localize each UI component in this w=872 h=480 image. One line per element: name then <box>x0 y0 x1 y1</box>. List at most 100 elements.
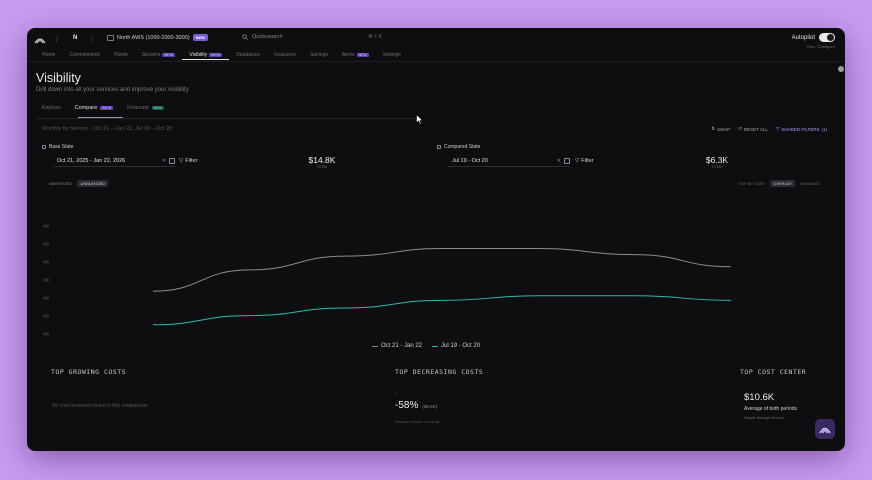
y-tick-mark <box>43 278 49 282</box>
pill-overlay[interactable]: OVERLAY <box>770 180 795 187</box>
cost-center-value: $10.6K <box>744 392 775 403</box>
logo-icon[interactable] <box>34 36 46 44</box>
compared-state-title: Compared State <box>444 144 481 150</box>
tab-explore[interactable]: Explore <box>42 105 61 111</box>
environment-label: North AWS (1000-2000-3000) <box>117 34 190 41</box>
nav-item-alerts[interactable]: Alerts NEW <box>335 50 376 60</box>
legend-swatch <box>372 345 378 347</box>
tab-compare[interactable]: Compare BETA <box>75 105 114 111</box>
pill-top-by-cost[interactable]: TOP BY COST <box>736 180 769 187</box>
compared-date-value: Jul 19 - Oct 20 <box>452 158 488 164</box>
autopilot-label: Autopilot <box>791 34 815 41</box>
decreasing-percent: -58% <box>395 400 419 411</box>
legend-label: Jul 19 - Oct 20 <box>441 343 481 349</box>
scroll-indicator[interactable] <box>838 66 844 72</box>
top-cost-center-title: TOP COST CENTER <box>740 368 807 376</box>
assistant-button[interactable] <box>815 419 835 439</box>
decreasing-item[interactable]: -58% ($8.6K) <box>395 400 437 411</box>
base-date-range[interactable]: Oct 21, 2025 - Jan 22, 2026 ✕ <box>53 156 175 167</box>
nav-item-label: Insurance <box>274 52 297 58</box>
pill-amortized[interactable]: AMORTIZED <box>46 180 75 187</box>
cost-center-subtitle: Average of both periods <box>744 406 798 412</box>
quicksearch-input[interactable]: Quicksearch ⌘ + K <box>242 34 382 40</box>
autopilot-control[interactable]: Autopilot <box>792 33 835 42</box>
separator: / <box>56 35 59 44</box>
nav-item-databases[interactable]: Databases <box>229 50 267 60</box>
shared-filters-label: SHARED FILTERS <box>781 126 820 132</box>
compared-filter-label: Filter <box>581 158 594 164</box>
nav-item-label: Databases <box>236 52 261 58</box>
compared-total-label: TOTAL <box>711 165 723 169</box>
nav-item-settings[interactable]: Settings <box>376 50 408 60</box>
base-total-value: $14.8K <box>308 155 336 165</box>
series-line-base[interactable] <box>152 248 732 292</box>
nav-item-label: Commitments <box>69 52 101 58</box>
legend-label: Oct 21 - Jan 22 <box>381 343 423 349</box>
calendar-icon[interactable] <box>169 158 175 164</box>
divider <box>27 61 845 62</box>
nav-item-savings[interactable]: Savings <box>303 50 335 60</box>
cost-type-toggle: AMORTIZED UNBLENDED <box>46 180 109 187</box>
main-nav: Home Commitments Fleets Streams BETA Visibili… <box>35 50 408 61</box>
base-filter-button[interactable]: ▽ Filter <box>179 158 197 164</box>
legend-item-base[interactable]: Oct 21 - Jan 22 <box>372 343 422 349</box>
swap-button[interactable]: ⇅ SWAP <box>711 126 730 132</box>
nav-item-visibility[interactable]: Visibility BETA <box>182 50 230 60</box>
pill-variance[interactable]: VARIANCE <box>797 180 823 187</box>
tab-forecast[interactable]: Forecast NEW <box>127 105 164 111</box>
top-growing-costs-title: TOP GROWING COSTS <box>51 368 127 376</box>
nav-item-commitments[interactable]: Commitments <box>62 50 107 60</box>
nav-item-home[interactable]: Home <box>35 50 62 60</box>
tab-label: Explore <box>42 105 61 111</box>
nav-item-label: Alerts <box>341 52 355 58</box>
decreasing-service: Amazon Elastic Compute <box>395 419 440 424</box>
comparison-line-chart <box>43 224 831 336</box>
nav-item-label: Streams <box>141 52 161 58</box>
environment-selector[interactable]: North AWS (1000-2000-3000) NEW <box>107 34 208 41</box>
compared-date-range[interactable]: Jul 19 - Oct 20 ✕ <box>448 156 570 167</box>
y-tick-mark <box>43 314 49 318</box>
tab-label: Compare <box>74 105 98 111</box>
shared-filters-button[interactable]: ▽ SHARED FILTERS (1) <box>776 126 827 132</box>
nav-item-streams[interactable]: Streams BETA <box>135 50 183 60</box>
page-title: Visibility <box>36 71 81 85</box>
y-tick-mark <box>43 296 49 300</box>
app-window: / N / North AWS (1000-2000-3000) NEW Qui… <box>27 28 845 451</box>
chart-legend: Oct 21 - Jan 22 Jul 19 - Oct 20 <box>372 343 480 349</box>
nav-item-label: Settings <box>382 52 401 58</box>
series-line-compared[interactable] <box>152 295 732 326</box>
reset-all-button[interactable]: ↺ RESET ALL <box>738 126 768 132</box>
nav-item-label: Visibility <box>189 51 208 58</box>
top-bar: / N / North AWS (1000-2000-3000) NEW Qui… <box>27 28 845 50</box>
nav-badge: BETA <box>209 52 223 57</box>
top-decreasing-costs-title: TOP DECREASING COSTS <box>395 368 484 376</box>
calendar-icon[interactable] <box>564 158 570 164</box>
checkbox-icon[interactable] <box>437 145 441 149</box>
compared-filter-button[interactable]: ▽ Filter <box>575 158 593 164</box>
reset-label: RESET ALL <box>743 126 768 132</box>
cloud-account-icon <box>107 34 114 41</box>
mouse-cursor-icon <box>416 114 424 125</box>
legend-item-compared[interactable]: Jul 19 - Oct 20 <box>432 343 480 349</box>
base-state-title: Base State <box>49 144 74 150</box>
quicksearch-placeholder: Quicksearch <box>252 34 283 40</box>
nav-item-label: Home <box>42 52 56 58</box>
swap-label: SWAP <box>717 126 731 132</box>
cost-center-item: Simple Storage Service <box>744 416 784 420</box>
pill-unblended[interactable]: UNBLENDED <box>77 180 109 187</box>
nav-item-insurance[interactable]: Insurance <box>267 50 303 60</box>
nav-item-fleets[interactable]: Fleets <box>107 50 135 60</box>
autopilot-toggle[interactable] <box>819 33 835 42</box>
query-summary: Monthly by Service · Oct 21 – Jan 22, Ju… <box>42 126 173 132</box>
base-total: $14.8K TOTAL <box>302 155 342 169</box>
org-switcher[interactable]: N <box>73 35 77 41</box>
checkbox-icon[interactable] <box>42 145 46 149</box>
new-badge: NEW <box>192 34 208 41</box>
top-cost-center: $10.6K Average of both periods Simple St… <box>744 392 797 420</box>
y-tick-mark <box>43 260 49 264</box>
clear-icon[interactable]: ✕ <box>162 158 166 164</box>
tab-badge: NEW <box>151 106 164 110</box>
tab-underline <box>36 117 416 119</box>
shortcut-hint: ⌘ + K <box>367 34 382 40</box>
clear-icon[interactable]: ✕ <box>557 158 561 164</box>
